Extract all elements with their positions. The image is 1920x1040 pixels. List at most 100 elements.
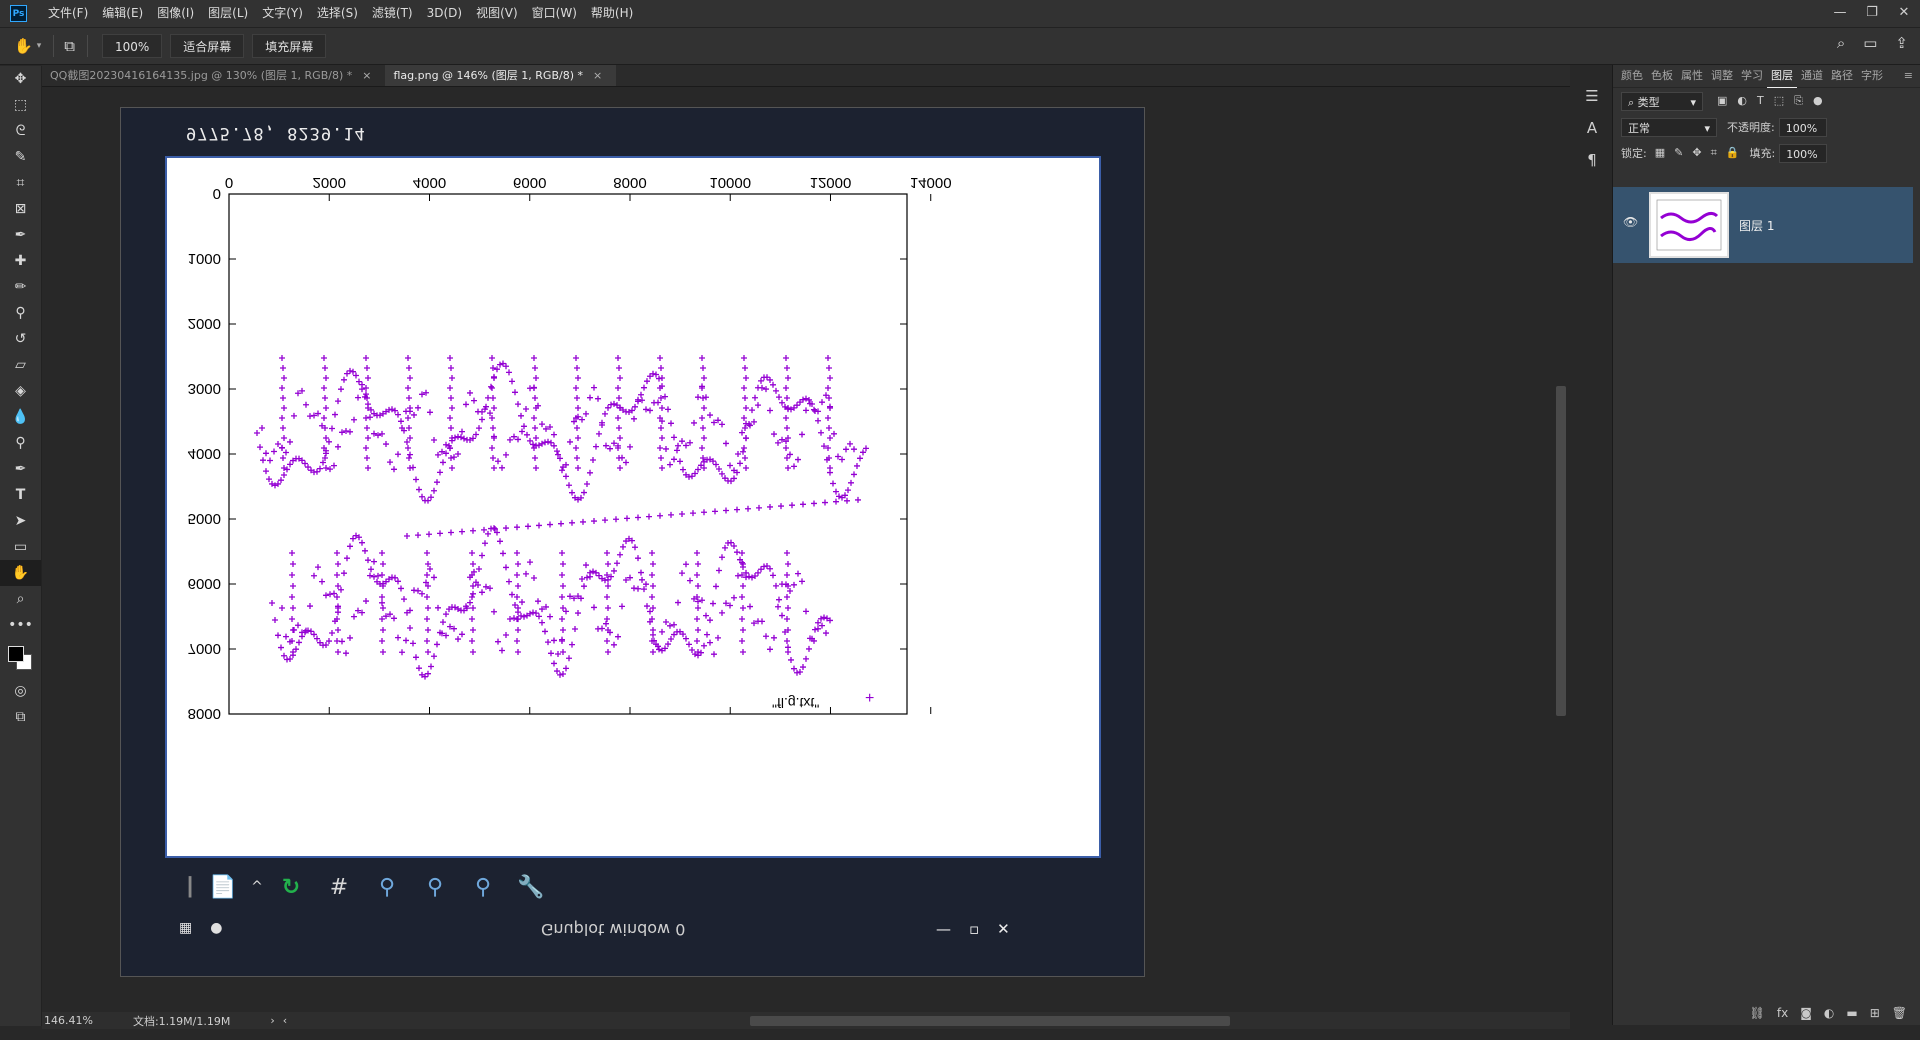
filter-toggle-icon[interactable]: ● bbox=[1813, 94, 1823, 108]
chevron-left-icon[interactable]: ‹ bbox=[283, 1014, 287, 1027]
share-icon[interactable]: ⇪ bbox=[1895, 34, 1908, 52]
eyedropper-tool-icon[interactable]: ✒ bbox=[0, 222, 41, 248]
tab-color[interactable]: 颜色 bbox=[1617, 65, 1647, 87]
grid-icon[interactable]: # bbox=[315, 867, 363, 907]
blur-tool-icon[interactable]: 💧 bbox=[0, 404, 41, 430]
character-panel-icon[interactable]: A bbox=[1575, 112, 1609, 144]
chevron-up-icon[interactable]: ^ bbox=[247, 867, 267, 907]
tab-qq-screenshot[interactable]: QQ截图20230416164135.jpg @ 130% (图层 1, RGB… bbox=[42, 65, 385, 86]
replot-icon[interactable]: ↻ bbox=[267, 867, 315, 907]
tab-learn[interactable]: 学习 bbox=[1737, 65, 1767, 87]
menu-layer[interactable]: 图层(L) bbox=[201, 0, 255, 27]
stamp-tool-icon[interactable]: ⚲ bbox=[0, 300, 41, 326]
brush-tool-icon[interactable]: ✏ bbox=[0, 274, 41, 300]
quick-select-tool-icon[interactable]: ✎ bbox=[0, 144, 41, 170]
filter-shape-icon[interactable]: ⬚ bbox=[1774, 94, 1784, 108]
quick-mask-icon[interactable]: ◎ bbox=[0, 678, 41, 704]
menu-file[interactable]: 文件(F) bbox=[41, 0, 95, 27]
menu-view[interactable]: 视图(V) bbox=[469, 0, 525, 27]
canvas-area[interactable]: 9775.78, 8239.14 0 2000 4000 6000 8000 10000 1… bbox=[42, 87, 1570, 1010]
fill-input[interactable]: 100% bbox=[1779, 143, 1828, 163]
tab-adjustments[interactable]: 调整 bbox=[1707, 65, 1737, 87]
panel-menu-icon[interactable]: ≡ bbox=[1900, 65, 1917, 87]
new-layer-icon[interactable]: ⊞ bbox=[1870, 1006, 1880, 1020]
chevron-down-icon[interactable]: ▾ bbox=[37, 41, 42, 51]
close-icon[interactable]: × bbox=[593, 69, 602, 82]
opacity-input[interactable]: 100% bbox=[1778, 117, 1827, 137]
filter-pixel-icon[interactable]: ▣ bbox=[1717, 94, 1727, 108]
vertical-scrollbar[interactable] bbox=[1556, 386, 1566, 716]
new-group-icon[interactable]: ▬ bbox=[1846, 1006, 1857, 1020]
close-icon[interactable]: ✕ bbox=[1888, 0, 1920, 27]
menu-edit[interactable]: 编辑(E) bbox=[95, 0, 150, 27]
tab-flag-png[interactable]: flag.png @ 146% (图层 1, RGB/8) * × bbox=[385, 65, 617, 86]
tab-layers[interactable]: 图层 bbox=[1767, 65, 1797, 88]
menu-select[interactable]: 选择(S) bbox=[310, 0, 365, 27]
layer-filter-select[interactable]: ⌕ 类型 ▾ bbox=[1621, 91, 1703, 111]
crop-tool-icon[interactable]: ⌗ bbox=[0, 170, 41, 196]
layer-name[interactable]: 图层 1 bbox=[1739, 217, 1774, 234]
document-canvas[interactable]: 9775.78, 8239.14 0 2000 4000 6000 8000 10000 1… bbox=[120, 107, 1145, 977]
path-select-tool-icon[interactable]: ➤ bbox=[0, 508, 41, 534]
lock-paint-icon[interactable]: ✎ bbox=[1674, 146, 1683, 160]
fx-icon[interactable]: fx bbox=[1777, 1006, 1788, 1020]
zoom-tool-icon[interactable]: ⌕ bbox=[0, 586, 41, 612]
menu-type[interactable]: 文字(Y) bbox=[255, 0, 310, 27]
scroll-all-windows-icon[interactable]: ⧉ bbox=[64, 37, 75, 55]
pen-tool-icon[interactable]: ✒ bbox=[0, 456, 41, 482]
foreground-color-swatch[interactable] bbox=[8, 646, 24, 662]
filter-type-icon[interactable]: T bbox=[1757, 94, 1764, 108]
dodge-tool-icon[interactable]: ⚲ bbox=[0, 430, 41, 456]
menu-help[interactable]: 帮助(H) bbox=[584, 0, 640, 27]
lock-all-icon[interactable]: 🔒 bbox=[1726, 146, 1740, 160]
healing-brush-tool-icon[interactable]: ✚ bbox=[0, 248, 41, 274]
lock-transparent-icon[interactable]: ▦ bbox=[1655, 146, 1665, 160]
menu-window[interactable]: 窗口(W) bbox=[525, 0, 584, 27]
history-brush-tool-icon[interactable]: ↺ bbox=[0, 326, 41, 352]
status-zoom[interactable]: 146.41% bbox=[44, 1014, 93, 1027]
more-tools-icon[interactable]: ••• bbox=[0, 612, 41, 638]
tab-paths[interactable]: 路径 bbox=[1827, 65, 1857, 87]
horizontal-scrollbar[interactable] bbox=[750, 1016, 1230, 1026]
frame-tool-icon[interactable]: ⊠ bbox=[0, 196, 41, 222]
hand-tool-icon[interactable]: ✋ bbox=[14, 37, 33, 55]
close-icon[interactable]: × bbox=[362, 69, 371, 82]
hand-tool-icon[interactable]: ✋ bbox=[0, 560, 41, 586]
shape-tool-icon[interactable]: ▭ bbox=[0, 534, 41, 560]
blend-mode-select[interactable]: 正常 ▾ bbox=[1621, 117, 1717, 137]
tab-properties[interactable]: 属性 bbox=[1677, 65, 1707, 87]
fit-screen-button[interactable]: 适合屏幕 bbox=[170, 34, 245, 58]
layer-row[interactable]: 👁 图层 1 bbox=[1613, 187, 1913, 263]
eye-visibility-icon[interactable]: 👁 bbox=[1623, 215, 1638, 229]
adjustment-layer-icon[interactable]: ◐ bbox=[1824, 1006, 1834, 1020]
menu-3d[interactable]: 3D(D) bbox=[420, 0, 469, 27]
lasso-tool-icon[interactable]: ᘓ bbox=[0, 118, 41, 144]
restore-icon[interactable]: ❐ bbox=[1856, 0, 1888, 27]
menu-image[interactable]: 图像(I) bbox=[150, 0, 201, 27]
color-swatches[interactable] bbox=[0, 638, 41, 678]
zoom-next-icon[interactable]: ⚲ bbox=[411, 867, 459, 907]
photoshop-logo-icon[interactable]: Ps bbox=[10, 5, 27, 22]
link-layers-icon[interactable]: ⛓ bbox=[1750, 1006, 1765, 1020]
tab-channels[interactable]: 通道 bbox=[1797, 65, 1827, 87]
paint-bucket-tool-icon[interactable]: ◈ bbox=[0, 378, 41, 404]
lock-position-icon[interactable]: ✥ bbox=[1692, 146, 1701, 160]
type-tool-icon[interactable]: T bbox=[0, 482, 41, 508]
lock-artboard-icon[interactable]: ⌗ bbox=[1711, 146, 1717, 160]
eraser-tool-icon[interactable]: ▱ bbox=[0, 352, 41, 378]
tab-swatches[interactable]: 色板 bbox=[1647, 65, 1677, 87]
tab-glyphs[interactable]: 字形 bbox=[1857, 65, 1887, 87]
paragraph-panel-icon[interactable]: ¶ bbox=[1575, 144, 1609, 176]
filter-smart-object-icon[interactable]: ⎘ bbox=[1794, 94, 1803, 108]
fill-screen-button[interactable]: 填充屏幕 bbox=[252, 34, 327, 58]
search-icon[interactable]: ⌕ bbox=[1837, 34, 1845, 52]
move-tool-icon[interactable]: ✥ bbox=[0, 66, 41, 92]
history-panel-icon[interactable]: ☰ bbox=[1575, 80, 1609, 112]
marquee-tool-icon[interactable]: ⬚ bbox=[0, 92, 41, 118]
copy-icon[interactable]: 📄 bbox=[199, 867, 247, 907]
chevron-right-icon[interactable]: › bbox=[270, 1014, 274, 1027]
settings-wrench-icon[interactable]: 🔧 bbox=[507, 867, 555, 907]
screen-mode-icon[interactable]: ⧉ bbox=[0, 704, 41, 730]
menu-filter[interactable]: 滤镜(T) bbox=[365, 0, 420, 27]
add-mask-icon[interactable]: ◙ bbox=[1800, 1006, 1812, 1020]
